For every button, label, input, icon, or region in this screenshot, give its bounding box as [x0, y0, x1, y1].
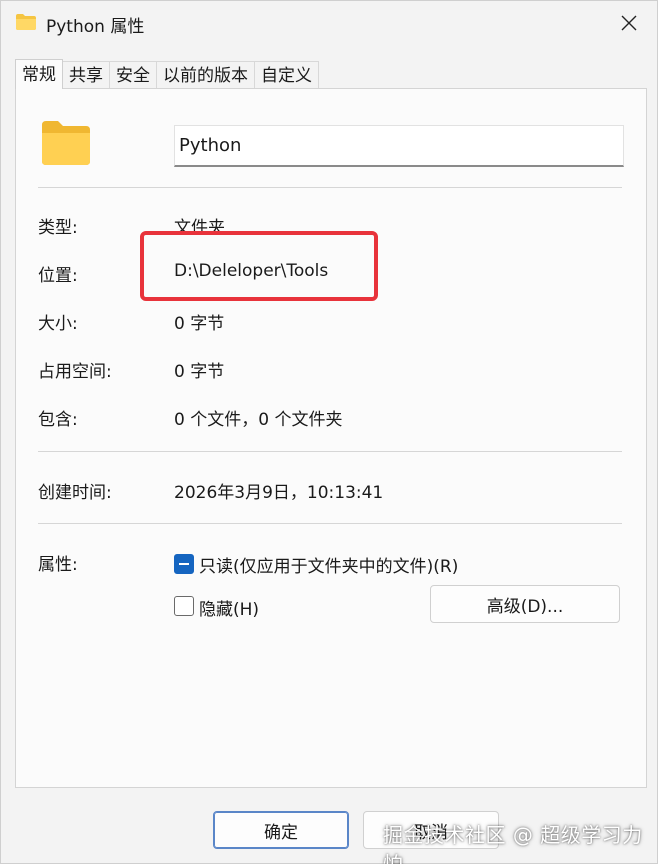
- divider: [38, 523, 622, 524]
- hidden-checkbox[interactable]: [174, 596, 194, 616]
- folder-icon: [16, 14, 36, 30]
- indeterminate-icon: [179, 563, 189, 565]
- tab-sharing[interactable]: 共享: [62, 61, 110, 89]
- readonly-checkbox[interactable]: [174, 554, 194, 574]
- divider: [38, 187, 622, 188]
- tab-previous-versions[interactable]: 以前的版本: [156, 61, 255, 89]
- properties-dialog: Python 属性 常规 共享 安全 以前的版本 自定义 类型: 文件夹 位置:…: [0, 0, 658, 864]
- folder-name-input[interactable]: [174, 125, 624, 167]
- divider: [38, 451, 622, 452]
- advanced-button[interactable]: 高级(D)...: [430, 585, 620, 623]
- window-title: Python 属性: [46, 17, 145, 37]
- watermark: 掘金技术社区 @ 超级学习力怕: [383, 823, 643, 864]
- close-button[interactable]: [611, 7, 647, 39]
- created-label: 创建时间:: [38, 483, 112, 503]
- close-icon: [621, 15, 637, 31]
- tab-customize[interactable]: 自定义: [254, 61, 319, 89]
- size-value: 0 字节: [174, 314, 225, 334]
- hidden-label[interactable]: 隐藏(H): [199, 595, 259, 620]
- location-label: 位置:: [38, 266, 78, 286]
- size-on-disk-value: 0 字节: [174, 362, 225, 382]
- size-label: 大小:: [38, 314, 78, 334]
- tab-strip: 常规 共享 安全 以前的版本 自定义: [15, 59, 319, 89]
- contains-label: 包含:: [38, 410, 78, 430]
- location-highlight: [140, 231, 378, 301]
- tab-security[interactable]: 安全: [109, 61, 157, 89]
- created-value: 2026年3月9日，10:13:41: [174, 483, 384, 503]
- ok-button[interactable]: 确定: [213, 811, 349, 849]
- attributes-label: 属性:: [38, 555, 78, 575]
- type-label: 类型:: [38, 218, 78, 238]
- size-on-disk-label: 占用空间:: [38, 362, 112, 382]
- folder-icon: [42, 121, 90, 165]
- tab-general[interactable]: 常规: [15, 59, 63, 89]
- general-panel: 类型: 文件夹 位置: D:\Deleloper\Tools 大小: 0 字节 …: [15, 88, 647, 788]
- readonly-label[interactable]: 只读(仅应用于文件夹中的文件)(R): [199, 552, 458, 577]
- title-bar: Python 属性: [1, 1, 657, 45]
- contains-value: 0 个文件，0 个文件夹: [174, 410, 343, 430]
